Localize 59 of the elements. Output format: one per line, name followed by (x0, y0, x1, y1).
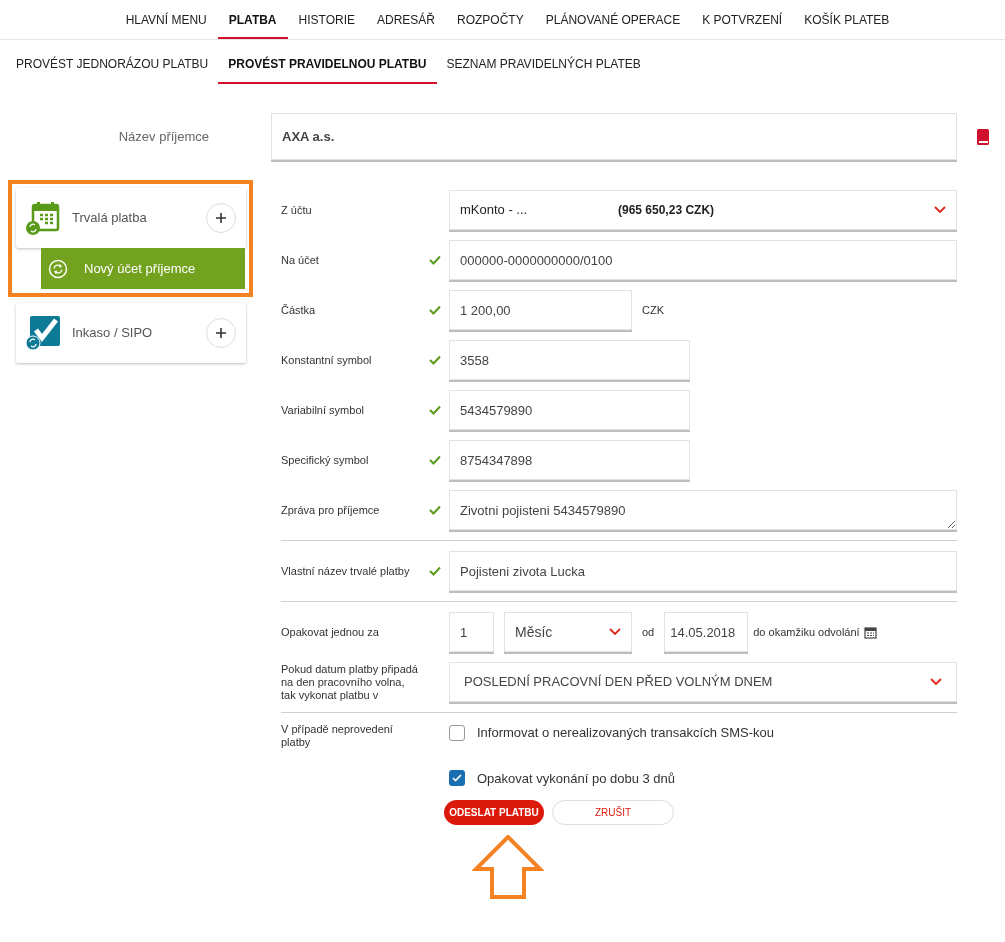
payment-type-card[interactable]: Inkaso / SIPO (16, 303, 246, 363)
input-field[interactable]: 5434579890 (449, 390, 690, 430)
nav-tab[interactable]: PLATBA (217, 0, 288, 39)
nav-tab[interactable]: KOŠÍK PLATEB (793, 0, 901, 39)
calendar-icon (26, 201, 60, 235)
input-field[interactable]: 8754347898 (449, 440, 690, 480)
nav-tab[interactable]: PLÁNOVANÉ OPERACE (534, 0, 692, 39)
input-field[interactable]: 1 200,00 (449, 290, 632, 330)
checkbox-label: Informovat o nerealizovaných transakcích SMS-kou (477, 724, 774, 742)
field-label: Pokud datum platby připadá na den pracovního volna, tak vykonat platbu v (281, 662, 419, 702)
chevron-down-icon (609, 628, 621, 636)
field-label: Na účet (281, 252, 320, 268)
plus-icon (216, 213, 226, 223)
field-label: Vlastní název trvalé platby (281, 563, 411, 579)
field-label: Zpráva pro příjemce (281, 502, 381, 518)
recipient-field[interactable]: AXA a.s. (271, 113, 957, 160)
calendar-icon[interactable] (863, 625, 877, 639)
book-icon[interactable] (977, 128, 989, 145)
payment-type-card[interactable]: Trvalá platba (16, 188, 246, 248)
up-arrow-drawing (472, 835, 544, 899)
account-select[interactable]: mKonto - ... (965 650,23 CZK) (449, 190, 957, 230)
input-field[interactable]: 3558 (449, 340, 690, 380)
refresh-icon (48, 258, 68, 279)
plus-icon (216, 328, 226, 338)
checkmark-tile-icon (26, 316, 60, 350)
checkmark-icon (452, 774, 462, 783)
checkbox-label: Opakovat vykonání po dobu 3 dnů (477, 769, 676, 788)
checkbox[interactable] (449, 724, 465, 741)
from-label: od (642, 624, 655, 640)
nav-tab[interactable]: ADRESÁŘ (366, 0, 447, 39)
chevron-down-icon (930, 678, 942, 686)
input-field[interactable]: Pojisteni zivota Lucka (449, 551, 957, 591)
field-label: Z účtu (281, 202, 313, 218)
field-label: Konstantní symbol (281, 352, 373, 368)
field-label: Částka (281, 302, 317, 318)
field-label: Variabilní symbol (281, 402, 365, 418)
currency-label: CZK (642, 302, 664, 318)
nav-tab[interactable]: HISTORIE (287, 0, 366, 39)
checkbox[interactable] (449, 770, 465, 787)
field-label: Opakovat jednou za (281, 624, 380, 640)
submit-button[interactable]: ODESLAT PLATBU (444, 800, 544, 825)
input-field[interactable]: 000000-0000000000/0100 (449, 240, 957, 280)
chevron-down-icon (934, 206, 946, 214)
until-label: do okamžiku odvolání (753, 624, 860, 640)
date-field[interactable]: 14.05.2018 (664, 612, 749, 652)
message-field[interactable]: Zivotni pojisteni 5434579890 (449, 490, 957, 530)
nav-tab[interactable]: HLAVNÍ MENU (114, 0, 218, 39)
period-select[interactable]: Měsíc (504, 612, 632, 652)
nav-tab[interactable]: ROZPOČTY (446, 0, 535, 39)
subnav-tab[interactable]: PROVÉST JEDNORÁZOU PLATBU (6, 44, 219, 84)
cancel-button[interactable]: ZRUŠIT (552, 800, 674, 825)
subnav-tab[interactable]: SEZNAM PRAVIDELNÝCH PLATEB (436, 44, 651, 84)
field-label: Specifický symbol (281, 452, 370, 468)
subnav-tab[interactable]: PROVÉST PRAVIDELNOU PLATBU (218, 44, 437, 84)
nav-tab[interactable]: K POTVRZENÍ (691, 0, 794, 39)
count-field[interactable]: 1 (449, 612, 494, 652)
select-field[interactable]: POSLEDNÍ PRACOVNÍ DEN PŘED VOLNÝM DNEM (449, 662, 957, 702)
recipient-label: Název příjemce (117, 127, 209, 146)
field-label: V případě neprovedení platby (281, 723, 394, 749)
